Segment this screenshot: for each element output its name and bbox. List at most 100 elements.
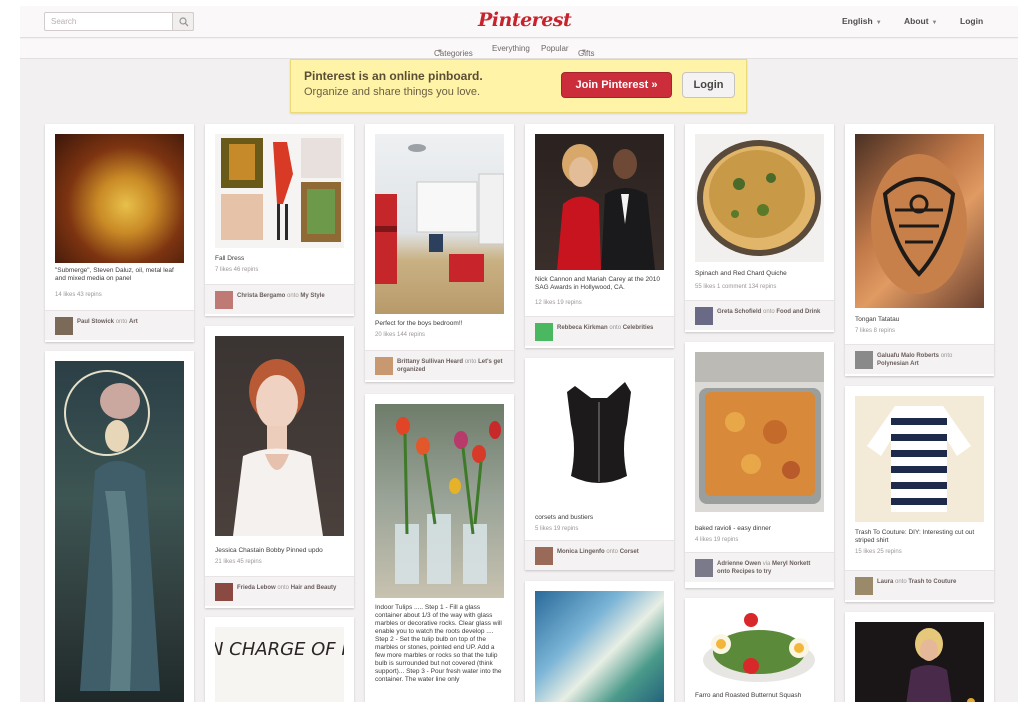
pin-card[interactable] <box>525 581 674 702</box>
pin-image[interactable] <box>55 361 184 702</box>
attribution-text: Frieda Lebow onto Hair and Beauty <box>237 584 345 592</box>
avatar[interactable] <box>535 547 553 565</box>
pinner-name[interactable]: Frieda Lebow <box>237 585 276 591</box>
banner-login-button[interactable]: Login <box>682 72 735 98</box>
pin-image[interactable] <box>535 368 664 498</box>
board-name[interactable]: Celebrities <box>623 325 654 331</box>
pin-attribution: Brittany Sullivan Heard onto Let's get o… <box>365 350 514 380</box>
performer-photo <box>906 628 975 702</box>
pin-image[interactable] <box>695 352 824 512</box>
board-name[interactable]: My Style <box>300 293 324 299</box>
salad-photo <box>703 613 815 682</box>
pin-description: Trash To Couture: DIY: Interesting cut o… <box>855 529 975 544</box>
pin-image[interactable] <box>535 134 664 270</box>
pin-stats: 4 likes 19 repins <box>695 537 739 543</box>
pinner-name[interactable]: Paul Stowick <box>77 319 114 325</box>
quiche-photo <box>697 140 821 256</box>
attribution-text: Galuafu Malo Roberts onto Polynesian Art <box>877 352 985 368</box>
top-header: Search Pinterest English ▼ About ▼ Login <box>20 6 1018 38</box>
avatar[interactable] <box>695 559 713 577</box>
pin-description: Farro and Roasted Butternut Squash <box>695 692 802 699</box>
pin-image[interactable] <box>375 404 504 598</box>
pin-image[interactable]: I AM IN CHARGE OF HOW I <box>215 627 344 702</box>
pinterest-logo[interactable]: Pinterest <box>478 9 572 31</box>
pin-attribution: Rebbeca Kirkman onto Celebrities <box>525 316 674 346</box>
pinner-name[interactable]: Laura <box>877 579 893 585</box>
avatar[interactable] <box>695 307 713 325</box>
caret-down-icon: ▼ <box>875 20 882 26</box>
pinner-name[interactable]: Adrienne Owen <box>717 561 761 567</box>
pin-image[interactable] <box>695 608 824 686</box>
pin-card[interactable]: I AM IN CHARGE OF HOW I <box>205 617 354 702</box>
pin-image[interactable] <box>855 396 984 522</box>
avatar[interactable] <box>375 357 393 375</box>
pin-card[interactable]: Tongan Tatatau 7 likes 8 repins Galuafu … <box>845 124 994 376</box>
pin-card[interactable]: Indoor Tulips ..... Step 1 - Fill a glas… <box>365 394 514 702</box>
everything-link[interactable]: Everything <box>492 44 530 53</box>
attribution-joiner: onto <box>606 549 619 555</box>
avatar[interactable] <box>535 323 553 341</box>
pin-card[interactable]: Farro and Roasted Butternut Squash <box>685 598 834 702</box>
avatar[interactable] <box>215 291 233 309</box>
board-name[interactable]: Food and Drink <box>776 309 820 315</box>
attribution-text: Monica Lingenfo onto Corset <box>557 548 665 556</box>
attribution-text: Paul Stowick onto Art <box>77 318 185 326</box>
pin-card[interactable]: Trash To Couture: DIY: Interesting cut o… <box>845 386 994 602</box>
pin-image[interactable] <box>215 336 344 536</box>
board-name[interactable]: Art <box>129 319 138 325</box>
pin-attribution: Christa Bergamo onto My Style <box>205 284 354 314</box>
board-name[interactable]: Trash to Couture <box>908 579 956 585</box>
avatar[interactable] <box>55 317 73 335</box>
pinner-name[interactable]: Galuafu Malo Roberts <box>877 353 939 359</box>
baked-ravioli-photo <box>695 352 824 504</box>
pin-description: Fall Dress <box>215 255 245 262</box>
attribution-joiner: onto <box>277 585 290 591</box>
category-bar: Categories ▼ Everything Popular Gifts ▼ <box>20 39 1018 59</box>
quote-line-1: I AM IN CHARGE OF HOW I <box>215 639 344 660</box>
pinner-name[interactable]: Christa Bergamo <box>237 293 285 299</box>
board-name[interactable]: Polynesian Art <box>877 361 919 367</box>
pin-stats: 7 likes 8 repins <box>855 328 896 334</box>
pinner-name[interactable]: Rebbeca Kirkman <box>557 325 608 331</box>
avatar[interactable] <box>855 577 873 595</box>
pin-image[interactable] <box>695 134 824 262</box>
pinner-name[interactable]: Monica Lingenfo <box>557 549 605 555</box>
pin-card[interactable] <box>45 351 194 702</box>
pin-card[interactable]: corsets and bustiers 5 likes 19 repins M… <box>525 358 674 570</box>
search-button[interactable] <box>172 12 194 31</box>
pin-image[interactable] <box>855 622 984 702</box>
attribution-joiner: onto <box>609 325 622 331</box>
avatar[interactable] <box>855 351 873 369</box>
pinner-name[interactable]: Brittany Sullivan Heard <box>397 359 463 365</box>
join-pinterest-button[interactable]: Join Pinterest » <box>561 72 672 98</box>
pin-card[interactable]: Fall Dress 7 likes 46 repins Christa Ber… <box>205 124 354 316</box>
pin-description: Spinach and Red Chard Quiche <box>695 270 787 277</box>
pin-card[interactable] <box>845 612 994 702</box>
nav-english-label: English <box>842 16 873 26</box>
pin-card[interactable]: baked ravioli - easy dinner 4 likes 19 r… <box>685 342 834 588</box>
pin-image[interactable] <box>535 591 664 702</box>
pin-image[interactable] <box>215 134 344 248</box>
pin-image[interactable] <box>855 134 984 308</box>
pin-card[interactable]: Spinach and Red Chard Quiche 55 likes 1 … <box>685 124 834 332</box>
pinner-name[interactable]: Greta Schofield <box>717 309 761 315</box>
board-name[interactable]: Hair and Beauty <box>291 585 337 591</box>
pin-image[interactable] <box>55 134 184 263</box>
attribution-joiner: onto <box>464 359 477 365</box>
attribution-joiner: via <box>762 561 771 567</box>
avatar[interactable] <box>215 583 233 601</box>
portrait-photo <box>233 359 323 536</box>
pin-card[interactable]: "Submerge", Steven Daluz, oil, metal lea… <box>45 124 194 342</box>
pin-image[interactable] <box>375 134 504 314</box>
nav-about[interactable]: About ▼ <box>904 16 938 26</box>
popular-link[interactable]: Popular <box>541 44 569 53</box>
board-name[interactable]: Corset <box>620 549 639 555</box>
pin-card[interactable]: Nick Cannon and Mariah Carey at the 2010… <box>525 124 674 348</box>
nav-login[interactable]: Login <box>960 16 983 26</box>
pin-card[interactable]: Perfect for the boys bedroom!! 20 likes … <box>365 124 514 382</box>
nav-english[interactable]: English ▼ <box>842 16 882 26</box>
quote-image: I AM IN CHARGE OF HOW I <box>215 639 344 660</box>
caret-down-icon: ▼ <box>931 20 938 26</box>
attribution-text: Greta Schofield onto Food and Drink <box>717 308 825 316</box>
pin-card[interactable]: Jessica Chastain Bobby Pinned updo 21 li… <box>205 326 354 608</box>
